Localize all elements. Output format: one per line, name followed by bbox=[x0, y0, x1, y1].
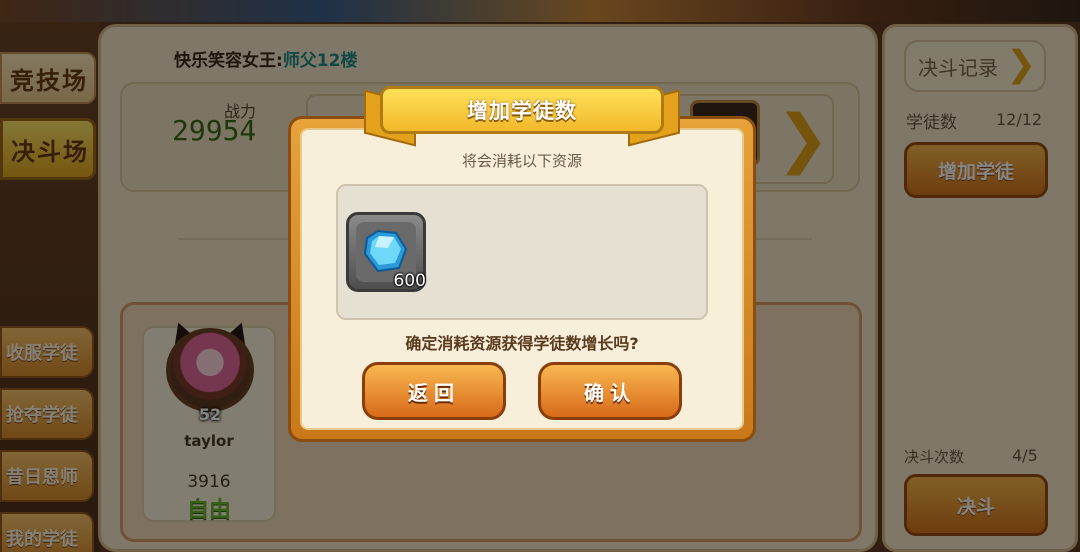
back-button[interactable]: 返回 bbox=[362, 362, 506, 420]
blue-gem-icon bbox=[363, 229, 408, 273]
dialog-subtitle: 将会消耗以下资源 bbox=[461, 152, 582, 170]
dialog-title: 增加学徒数 bbox=[380, 86, 664, 134]
resource-quantity: 600 bbox=[393, 271, 426, 291]
dialog-question: 确定消耗资源获得学徒数增长吗? bbox=[405, 334, 639, 353]
confirm-button[interactable]: 确认 bbox=[538, 362, 682, 420]
